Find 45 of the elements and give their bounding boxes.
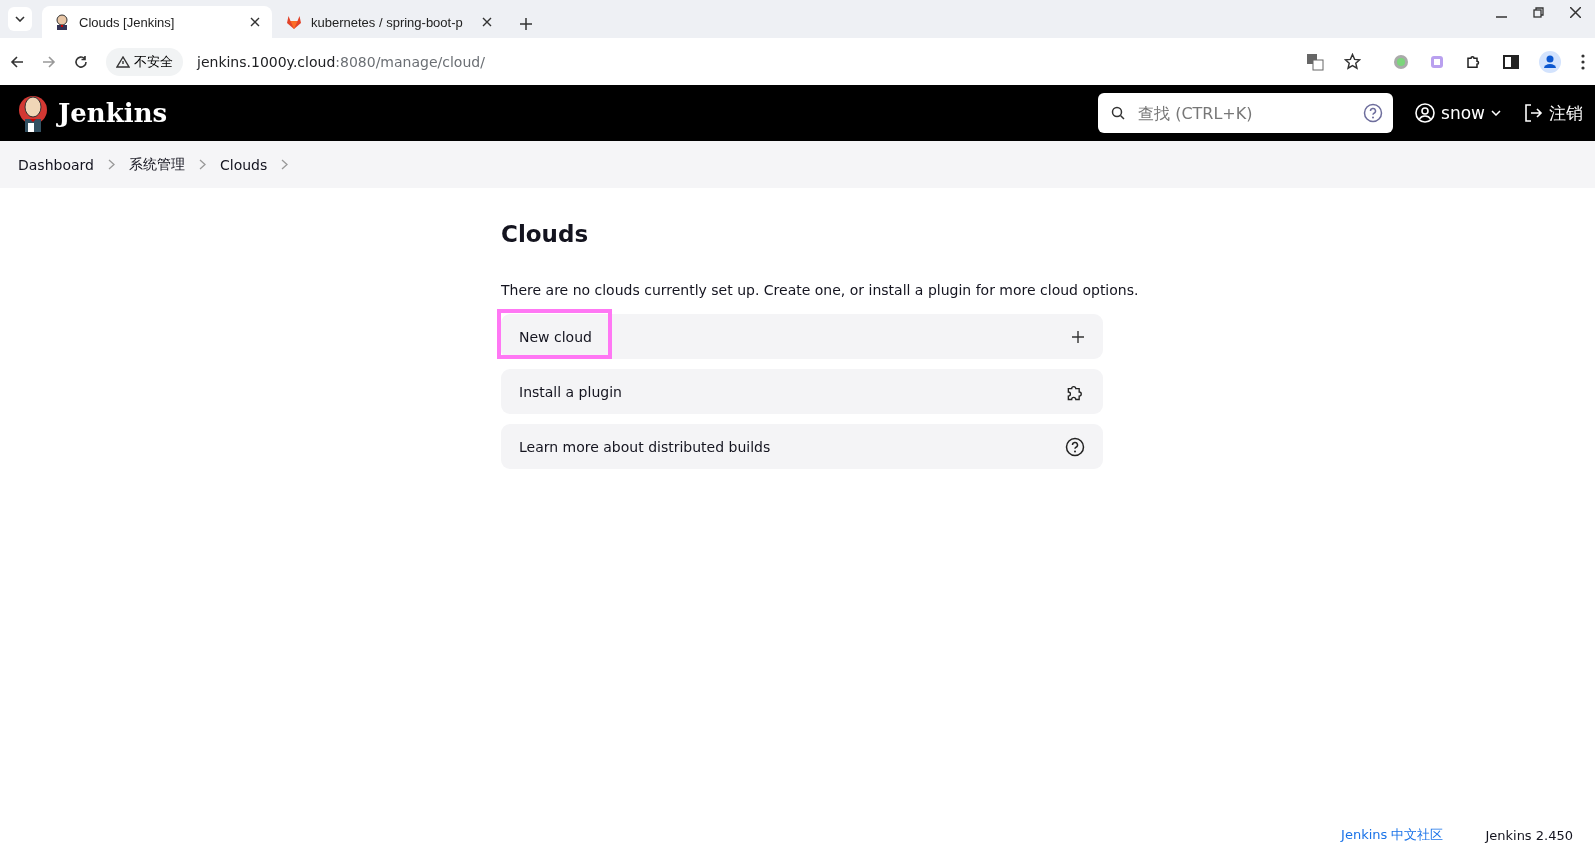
forward-icon[interactable] xyxy=(42,54,56,69)
profile-avatar-icon[interactable] xyxy=(1539,50,1561,73)
logout-icon xyxy=(1523,103,1543,123)
menu-icon[interactable] xyxy=(1581,53,1585,70)
breadcrumb-link[interactable]: 系统管理 xyxy=(128,155,185,174)
user-icon xyxy=(1415,103,1436,123)
star-icon[interactable] xyxy=(1344,53,1361,70)
close-tab-icon[interactable] xyxy=(482,17,492,27)
translate-icon[interactable] xyxy=(1306,52,1324,71)
search-field[interactable]: 查找 (CTRL+K) xyxy=(1098,93,1394,133)
new-tab-icon[interactable] xyxy=(520,18,532,30)
jenkins-favicon-icon xyxy=(54,14,70,30)
tab-search-icon[interactable] xyxy=(8,7,32,31)
security-chip[interactable]: 不安全 xyxy=(106,47,183,76)
chevron-right-icon[interactable] xyxy=(281,159,289,170)
jenkins-logo-icon[interactable] xyxy=(18,93,48,133)
fox-favicon-icon xyxy=(286,14,302,30)
page-title: Clouds xyxy=(501,221,590,247)
breadcrumb-link[interactable]: Clouds xyxy=(219,156,268,173)
chevron-down-icon xyxy=(1491,110,1501,116)
action-link[interactable]: Install a plugin xyxy=(501,369,1103,414)
logout-link[interactable]: 注销 xyxy=(1523,101,1583,125)
reload-icon[interactable] xyxy=(74,54,88,69)
restore-icon[interactable] xyxy=(1533,6,1544,18)
help-icon xyxy=(1065,436,1085,457)
close-icon[interactable] xyxy=(1570,6,1581,18)
jenkins-brand[interactable]: Jenkins xyxy=(58,98,168,128)
version-text: Jenkins 2.450 xyxy=(1485,827,1573,843)
community-link[interactable]: Jenkins 中文社区 xyxy=(1341,826,1444,844)
action-link[interactable]: Learn more about distributed builds xyxy=(501,424,1103,469)
url-text[interactable]: jenkins.1000y.cloud:8080/manage/cloud/ xyxy=(197,53,485,70)
extension-dot-icon[interactable] xyxy=(1393,53,1409,70)
chevron-right-icon[interactable] xyxy=(198,159,206,170)
user-menu[interactable]: snow xyxy=(1415,103,1501,123)
warning-icon xyxy=(116,55,130,68)
side-panel-icon[interactable] xyxy=(1503,53,1519,70)
back-icon[interactable] xyxy=(10,54,24,69)
close-tab-icon[interactable] xyxy=(250,17,260,27)
chevron-right-icon[interactable] xyxy=(107,159,115,170)
breadcrumb-link[interactable]: Dashboard xyxy=(18,156,94,173)
help-icon[interactable] xyxy=(1363,103,1384,123)
plus-icon xyxy=(1071,329,1085,344)
empty-message: There are no clouds currently set up. Create one, or install a plugin for more cloud options. xyxy=(501,282,1140,298)
browser-tab[interactable]: kubernetes / spring-boot-p xyxy=(274,6,504,38)
browser-tab[interactable]: Clouds [Jenkins] xyxy=(42,6,272,38)
